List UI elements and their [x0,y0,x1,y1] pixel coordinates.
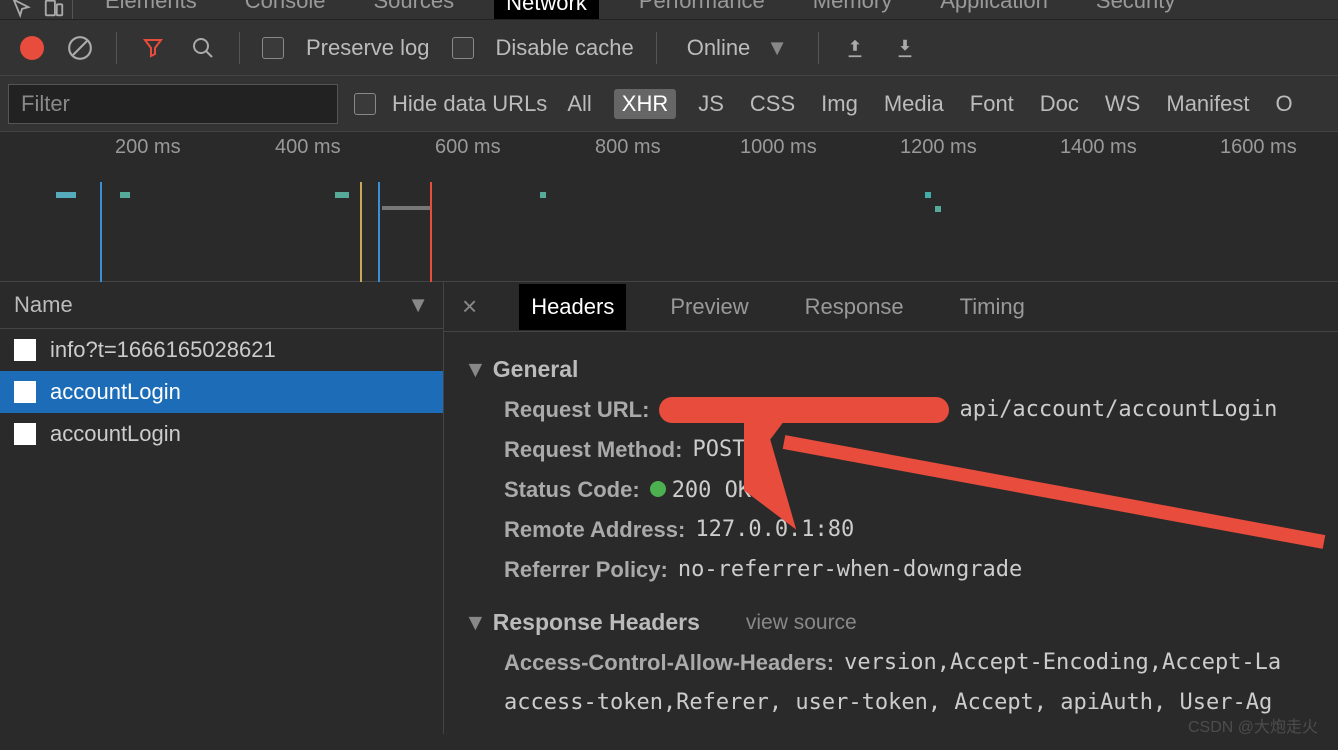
tab-response[interactable]: Response [793,284,916,330]
chevron-down-icon: ▼ [464,609,487,636]
redacted-url [659,397,949,423]
request-row[interactable]: info?t=1666165028621 [0,329,443,371]
filter-manifest[interactable]: Manifest [1162,89,1253,119]
row-checkbox[interactable] [14,339,36,361]
filter-img[interactable]: Img [817,89,862,119]
timeline-tick: 200 ms [115,136,181,159]
filter-xhr[interactable]: XHR [614,89,676,119]
filter-doc[interactable]: Doc [1036,89,1083,119]
acah-label: Access-Control-Allow-Headers: [504,650,834,676]
tab-security[interactable]: Security [1088,0,1183,20]
request-method-value: POST [692,437,745,463]
tab-network[interactable]: Network [494,0,599,20]
chevron-down-icon: ▼ [464,356,487,383]
tab-sources[interactable]: Sources [365,0,462,20]
status-code-label: Status Code: [504,477,640,503]
row-checkbox[interactable] [14,381,36,403]
timeline-tick: 1400 ms [1060,136,1137,159]
tab-elements[interactable]: Elements [97,0,205,20]
status-code-value: 200 OK [672,478,751,503]
row-checkbox[interactable] [14,423,36,445]
throttle-value: Online [687,35,751,61]
throttle-select[interactable]: Online ▼ [679,35,796,61]
timeline-tick: 1200 ms [900,136,977,159]
referrer-policy-label: Referrer Policy: [504,557,668,583]
request-name: accountLogin [50,421,181,447]
devtools-tab-bar: Elements Console Sources Network Perform… [0,0,1338,20]
request-list: Name ▼ info?t=1666165028621 accountLogin a… [0,282,444,734]
filter-icon[interactable] [139,34,167,62]
disable-cache-label: Disable cache [496,35,634,61]
preserve-log-checkbox[interactable] [262,37,284,59]
filter-media[interactable]: Media [880,89,948,119]
timeline-tick: 400 ms [275,136,341,159]
disable-cache-checkbox[interactable] [452,37,474,59]
tab-preview[interactable]: Preview [658,284,760,330]
tab-memory[interactable]: Memory [805,0,900,20]
request-name: accountLogin [50,379,181,405]
hide-data-urls-label: Hide data URLs [392,91,547,117]
request-url-label: Request URL: [504,397,649,423]
search-icon[interactable] [189,34,217,62]
record-button[interactable] [20,36,44,60]
view-source-link[interactable]: view source [746,611,857,635]
referrer-policy-value: no-referrer-when-downgrade [678,557,1022,583]
sort-icon[interactable]: ▼ [407,292,429,318]
filter-bar: Hide data URLs All XHR JS CSS Img Media … [0,76,1338,132]
request-row[interactable]: accountLogin [0,413,443,455]
timeline-tick: 1600 ms [1220,136,1297,159]
filter-other[interactable]: O [1272,89,1297,119]
timeline-tick: 800 ms [595,136,661,159]
download-icon[interactable] [891,34,919,62]
acah-value: version,Accept-Encoding,Accept-La [844,650,1281,676]
inspect-icon[interactable] [8,0,36,20]
clear-icon[interactable] [66,34,94,62]
general-section[interactable]: ▼ General [464,356,1318,383]
general-title: General [493,356,579,383]
remote-address-label: Remote Address: [504,517,685,543]
filter-js[interactable]: JS [694,89,728,119]
timeline[interactable]: 200 ms 400 ms 600 ms 800 ms 1000 ms 1200… [0,132,1338,282]
response-headers-section[interactable]: ▼ Response Headers view source [464,609,1318,636]
filter-font[interactable]: Font [966,89,1018,119]
upload-icon[interactable] [841,34,869,62]
details-panel: × Headers Preview Response Timing ▼ Gene… [444,282,1338,734]
close-icon[interactable]: × [452,291,487,322]
tab-console[interactable]: Console [237,0,334,20]
tab-headers[interactable]: Headers [519,284,626,330]
request-row[interactable]: accountLogin [0,371,443,413]
preserve-log-label: Preserve log [306,35,430,61]
name-column-header: Name [14,292,73,318]
status-dot-icon [650,481,666,497]
chevron-down-icon: ▼ [766,35,788,61]
remote-address-value: 127.0.0.1:80 [695,517,854,543]
acah-line2: access-token,Referer, user-token, Accept… [504,690,1272,715]
timeline-tick: 1000 ms [740,136,817,159]
device-icon[interactable] [40,0,68,20]
watermark: CSDN @大炮走火 [1188,713,1318,734]
tab-application[interactable]: Application [932,0,1056,20]
hide-data-urls-checkbox[interactable] [354,93,376,115]
filter-css[interactable]: CSS [746,89,799,119]
filter-ws[interactable]: WS [1101,89,1144,119]
timeline-tick: 600 ms [435,136,501,159]
tab-performance[interactable]: Performance [631,0,773,20]
tab-timing[interactable]: Timing [948,284,1037,330]
filter-all[interactable]: All [563,89,595,119]
list-header[interactable]: Name ▼ [0,282,443,329]
request-method-label: Request Method: [504,437,682,463]
response-headers-title: Response Headers [493,609,700,636]
request-name: info?t=1666165028621 [50,337,276,363]
filter-input[interactable] [8,84,338,124]
request-url-value: api/account/accountLogin [959,397,1277,423]
network-toolbar: Preserve log Disable cache Online ▼ [0,20,1338,76]
